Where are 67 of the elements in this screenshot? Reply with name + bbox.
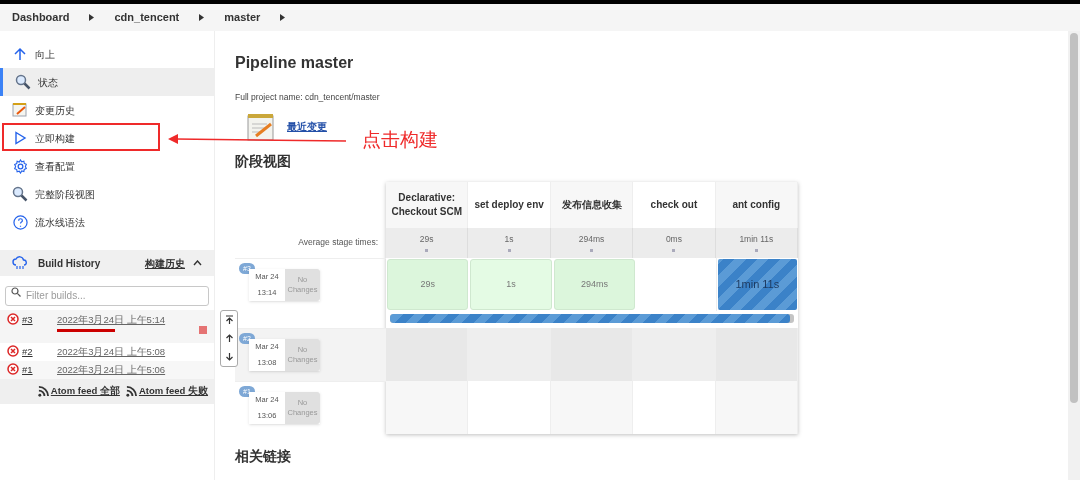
magnifier-icon <box>15 74 31 90</box>
stage-duration: 1s <box>506 277 516 291</box>
stage-header: set deploy env <box>468 181 551 228</box>
average-time: 29s <box>419 233 434 247</box>
average-time: 1min 11s <box>739 233 774 247</box>
caret-icon <box>280 14 286 21</box>
sidebar-item[interactable]: 完整阶段视图 <box>0 180 214 208</box>
build-number-link[interactable]: #3 <box>22 313 33 328</box>
build-date-link[interactable]: 2022年3月24日 上午5:06 <box>57 362 166 378</box>
notepad-icon <box>12 102 28 118</box>
average-time: 294ms <box>578 233 605 247</box>
filter-field[interactable]: Filter builds... <box>5 285 209 306</box>
magnifier-icon <box>12 186 28 202</box>
scroll-up-icon[interactable] <box>224 333 234 344</box>
sidebar-item[interactable]: 变更历史 <box>0 96 214 124</box>
failed-icon <box>7 344 19 357</box>
stage-header: Declarative: Checkout SCM <box>386 181 469 228</box>
stage-duration: 1min 11s <box>735 277 780 292</box>
annotation-text: 点击构建 <box>362 128 438 152</box>
scrollbar-thumb[interactable] <box>1070 33 1078 403</box>
atom-feed-link[interactable]: Atom feed 失败 <box>138 384 208 399</box>
up-arrow-icon <box>13 47 27 61</box>
rss-icon <box>37 386 49 397</box>
sidebar-item[interactable]: 查看配置 <box>0 152 214 180</box>
search-icon <box>11 287 21 297</box>
build-date-link[interactable]: 2022年3月24日 上午5:14 <box>57 313 166 328</box>
failed-icon <box>7 362 19 375</box>
scroll-down-icon[interactable] <box>224 351 234 362</box>
caret-icon <box>89 14 95 21</box>
page-title: Pipeline master <box>235 53 355 73</box>
play-icon <box>13 131 27 145</box>
collapse-chevron-icon[interactable] <box>193 260 202 266</box>
build-history-link[interactable]: 构建历史 <box>145 255 185 271</box>
scroll-top-icon[interactable] <box>224 315 234 326</box>
notepad-icon <box>247 112 275 141</box>
atom-feed-link[interactable]: Atom feed 全部 <box>50 384 120 399</box>
section-heading: 相关链接 <box>235 446 292 466</box>
stage-duration: 29s <box>420 277 435 291</box>
build-number-link[interactable]: #2 <box>22 344 33 360</box>
stage-header: 发布信息收集 <box>550 181 634 228</box>
failed-icon <box>7 313 19 325</box>
build-date-link[interactable]: 2022年3月24日 上午5:08 <box>57 344 166 360</box>
stage-header: ant config <box>715 181 799 228</box>
breadcrumb-link[interactable]: master <box>224 9 261 26</box>
redaction-mark <box>57 329 115 333</box>
sidebar-item[interactable]: 向上 <box>0 40 214 68</box>
stage-header: check out <box>633 181 716 228</box>
stage-duration: 294ms <box>581 277 608 291</box>
panel-title: Build History <box>38 256 101 271</box>
sidebar-item[interactable]: 状态 <box>0 68 214 96</box>
breadcrumb-link[interactable]: cdn_tencent <box>114 9 180 26</box>
recent-changes-link[interactable]: 最近变更 <box>287 119 327 135</box>
build-number-link[interactable]: #1 <box>22 362 33 378</box>
section-heading: 阶段视图 <box>235 151 292 171</box>
build-row[interactable]: #1 2022年3月24日 上午5:06 <box>0 361 214 379</box>
average-time: 0ms <box>665 233 682 247</box>
sidebar-item[interactable]: 流水线语法 <box>0 208 214 236</box>
cloud-icon <box>12 256 28 270</box>
breadcrumb-link[interactable]: Dashboard <box>12 9 70 26</box>
build-row[interactable]: #3 2022年3月24日 上午5:14 <box>0 310 214 343</box>
caret-icon <box>199 14 205 21</box>
gear-icon <box>12 158 28 174</box>
sidebar-item[interactable]: 立即构建 <box>0 124 214 152</box>
full-project-name: Full project name: cdn_tencent/master <box>235 91 381 104</box>
help-icon <box>12 214 28 230</box>
average-time: 1s <box>504 233 514 247</box>
rss-icon <box>125 386 137 397</box>
